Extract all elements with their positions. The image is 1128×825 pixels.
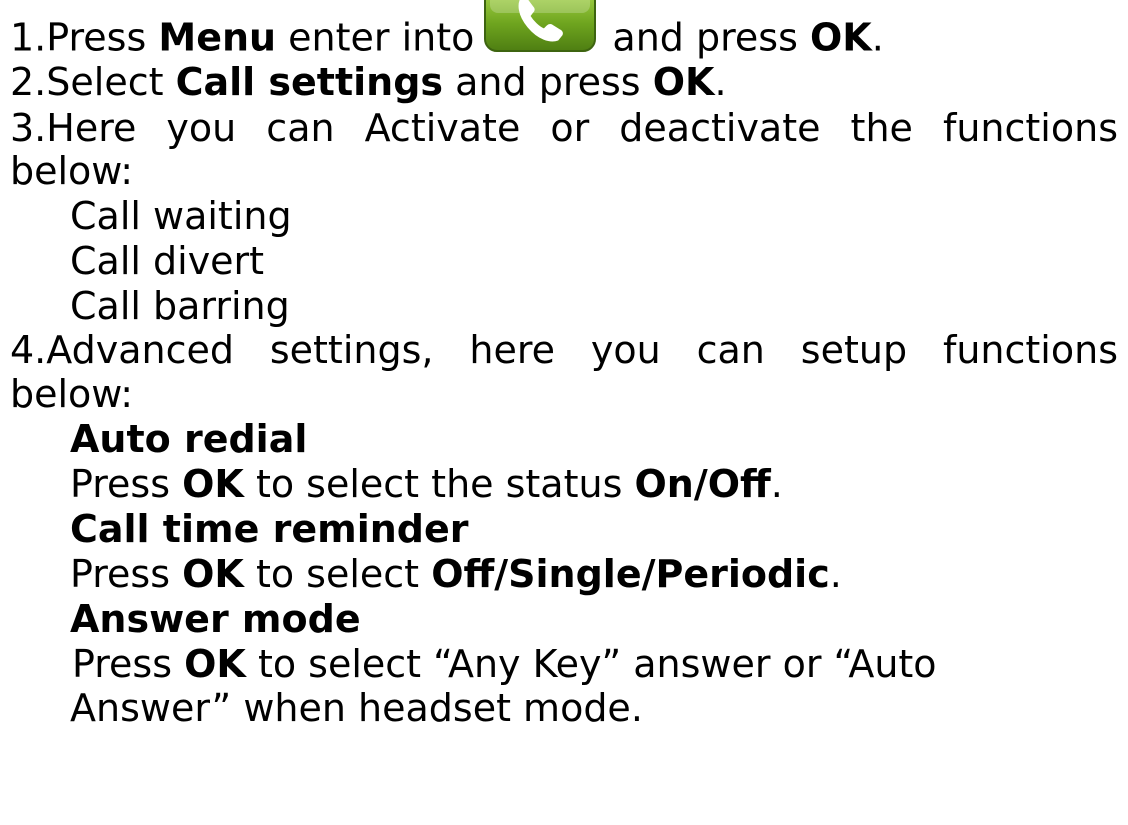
step-2: 2.Select Call settings and press OK. (10, 60, 1118, 105)
step-3-text: 3.Here you can Activate or deactivate th… (10, 106, 1118, 150)
step-1: 1.Press Menu enter into and press OK. (10, 0, 1118, 67)
step-1-menu: Menu (158, 15, 277, 60)
answer-mode-title: Answer mode (70, 597, 361, 641)
answer-mode-description: Press OK to select “Any Key” answer or “… (72, 642, 1118, 687)
answer-mode-press: Press (72, 642, 173, 686)
auto-redial-mid: to select the status (255, 462, 623, 506)
auto-redial-title: Auto redial (70, 417, 308, 461)
call-time-reminder-description: Press OK to select Off/Single/Periodic. (70, 552, 1118, 597)
phone-icon-graphic (484, 0, 597, 52)
answer-mode-heading: Answer mode (70, 597, 1118, 642)
call-time-reminder-press: Press (70, 552, 171, 596)
step-4-line-2: below: (10, 372, 1118, 417)
call-time-reminder-ok: OK (182, 552, 244, 596)
auto-redial-heading: Auto redial (70, 417, 1118, 462)
step-3-line-2: below: (10, 149, 1118, 194)
list-item-label: Call waiting (70, 194, 292, 238)
step-1-ok: OK (809, 15, 872, 60)
list-item-call-waiting: Call waiting (70, 194, 1118, 239)
answer-mode-description-line-2: Answer” when headset mode. (70, 686, 1118, 731)
auto-redial-end: . (770, 462, 783, 506)
auto-redial-value: On/Off (634, 462, 771, 506)
step-2-call-settings: Call settings (175, 60, 444, 104)
step-1-enter-into: enter into (288, 15, 475, 60)
call-time-reminder-title: Call time reminder (70, 507, 469, 551)
answer-mode-line-2: Answer” when headset mode. (70, 686, 643, 730)
step-2-select: Select (46, 60, 164, 104)
step-2-end: . (714, 60, 727, 104)
step-1-and-press: and press (612, 15, 798, 60)
call-time-reminder-value: Off/Single/Periodic (431, 552, 830, 596)
step-3-below: below: (10, 149, 134, 193)
step-2-and-press: and press (455, 60, 641, 104)
auto-redial-ok: OK (182, 462, 244, 506)
step-2-ok: OK (652, 60, 715, 104)
step-4-line-1: 4.Advanced settings, here you can setup … (10, 328, 1118, 373)
list-item-call-divert: Call divert (70, 239, 1118, 284)
list-item-label: Call barring (70, 284, 290, 328)
call-time-reminder-end: . (829, 552, 842, 596)
step-4-below: below: (10, 372, 134, 416)
call-time-reminder-heading: Call time reminder (70, 507, 1118, 552)
answer-mode-ok: OK (184, 642, 246, 686)
list-item-call-barring: Call barring (70, 284, 1118, 329)
auto-redial-press: Press (70, 462, 171, 506)
answer-mode-mid: to select “Any Key” answer or “Auto (257, 642, 937, 686)
step-2-number: 2. (10, 60, 47, 104)
call-time-reminder-mid: to select (255, 552, 420, 596)
list-item-label: Call divert (70, 239, 265, 283)
auto-redial-description: Press OK to select the status On/Off. (70, 462, 1118, 507)
step-1-end: . (871, 15, 884, 60)
phone-icon (484, 0, 597, 53)
step-4-text: 4.Advanced settings, here you can setup … (10, 328, 1118, 372)
step-1-number: 1. (10, 15, 47, 60)
step-1-press: Press (46, 15, 147, 60)
step-3-line-1: 3.Here you can Activate or deactivate th… (10, 106, 1118, 151)
